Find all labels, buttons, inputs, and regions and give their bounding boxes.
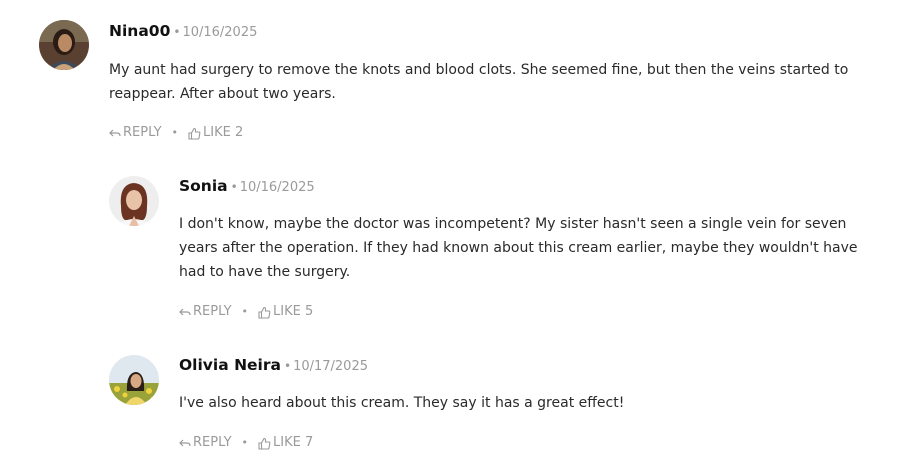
reply-arrow-icon bbox=[109, 129, 121, 137]
avatar[interactable] bbox=[109, 355, 159, 405]
comment-actions: REPLY • LIKE 5 bbox=[179, 303, 313, 321]
reply-arrow-icon bbox=[179, 439, 191, 447]
comment-text: My aunt had surgery to remove the knots … bbox=[109, 62, 849, 102]
action-separator: • bbox=[241, 436, 249, 449]
comment-actions: REPLY • LIKE 2 bbox=[109, 124, 243, 142]
reply-button[interactable]: REPLY bbox=[179, 303, 232, 321]
action-separator: • bbox=[241, 305, 249, 318]
avatar-photo-icon bbox=[39, 20, 89, 70]
comment-date: 10/16/2025 bbox=[239, 180, 315, 195]
like-button[interactable]: LIKE 7 bbox=[258, 434, 313, 452]
thumbs-up-icon bbox=[258, 437, 271, 450]
meta-separator: • bbox=[230, 180, 238, 194]
comment-text: I don't know, maybe the doctor was incom… bbox=[179, 216, 858, 280]
comment-header: Sonia • 10/16/2025 bbox=[179, 176, 315, 198]
reply-button[interactable]: REPLY bbox=[179, 434, 232, 452]
like-label: LIKE 2 bbox=[203, 125, 244, 140]
author-name[interactable]: Olivia Neira bbox=[179, 356, 281, 374]
meta-separator: • bbox=[283, 359, 292, 373]
author-name[interactable]: Nina00 bbox=[109, 22, 170, 40]
comment-header: Olivia Neira • 10/17/2025 bbox=[179, 355, 368, 377]
comment-text: I've also heard about this cream. They s… bbox=[179, 395, 625, 411]
avatar-photo-icon bbox=[109, 176, 159, 226]
avatar[interactable] bbox=[39, 20, 89, 70]
like-button[interactable]: LIKE 2 bbox=[188, 124, 243, 142]
comment-nina00: Nina00 • 10/16/2025 My aunt had surgery to… bbox=[39, 20, 859, 150]
reply-label: REPLY bbox=[193, 435, 232, 450]
comment-olivia-neira: Olivia Neira • 10/17/2025 I've also heard … bbox=[109, 355, 869, 465]
thumbs-up-icon bbox=[188, 127, 201, 140]
reply-arrow-icon bbox=[179, 308, 191, 316]
reply-label: REPLY bbox=[193, 304, 232, 319]
like-button[interactable]: LIKE 5 bbox=[258, 303, 313, 321]
author-name[interactable]: Sonia bbox=[179, 177, 228, 195]
meta-separator: • bbox=[173, 25, 181, 39]
comment-header: Nina00 • 10/16/2025 bbox=[109, 21, 257, 43]
comment-date: 10/16/2025 bbox=[182, 25, 258, 40]
reply-button[interactable]: REPLY bbox=[109, 124, 162, 142]
comment-date: 10/17/2025 bbox=[293, 359, 368, 374]
reply-label: REPLY bbox=[123, 125, 162, 140]
like-label: LIKE 7 bbox=[273, 435, 314, 450]
comment-actions: REPLY • LIKE 7 bbox=[179, 434, 313, 452]
action-separator: • bbox=[171, 126, 179, 139]
comment-sonia: Sonia • 10/16/2025 I don't know, maybe the… bbox=[109, 176, 869, 326]
thumbs-up-icon bbox=[258, 306, 271, 319]
avatar[interactable] bbox=[109, 176, 159, 226]
avatar-photo-icon bbox=[109, 355, 159, 405]
like-label: LIKE 5 bbox=[273, 304, 314, 319]
